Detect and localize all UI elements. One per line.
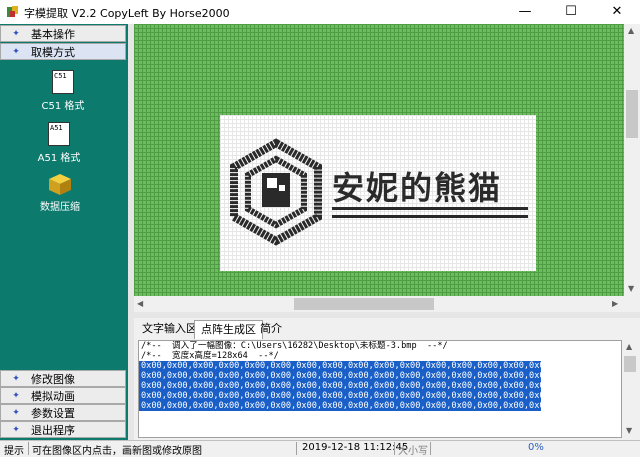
- data-compress-tool[interactable]: 数据压缩: [15, 172, 105, 213]
- status-datetime: 2019-12-18 11:12:45: [302, 442, 409, 453]
- sidebar-settings-button[interactable]: ✦ 参数设置: [0, 404, 126, 421]
- scroll-thumb[interactable]: [626, 90, 638, 138]
- sidebar-animation-button[interactable]: ✦ 模拟动画: [0, 387, 126, 404]
- panda-logo-icon: [230, 138, 322, 246]
- document-icon: C51: [52, 70, 74, 94]
- chevron-icon: ✦: [12, 28, 20, 39]
- image-canvas[interactable]: 安妮的熊猫: [134, 24, 624, 296]
- scroll-left-icon[interactable]: ◀: [137, 299, 143, 308]
- output-line: 0x00,0x00,0x00,0x00,0x00,0x00,0x00,0x00,…: [139, 371, 555, 381]
- sidebar: ✦ 基本操作 ✦ 取模方式 C51 C51 格式 A51 A51 格式 数据压缩…: [0, 24, 128, 440]
- chevron-icon: ✦: [12, 390, 20, 401]
- canvas-horizontal-scrollbar[interactable]: ◀ ▶: [134, 296, 624, 312]
- tool-label: 数据压缩: [40, 202, 80, 213]
- tab-about[interactable]: 简介: [254, 320, 288, 338]
- status-label: 提示: [4, 446, 24, 457]
- sidebar-basic-ops-button[interactable]: ✦ 基本操作: [0, 25, 126, 42]
- title-bar: 字模提取 V2.2 CopyLeft By Horse2000 — ☐ ✕: [0, 0, 640, 24]
- sidebar-edit-image-button[interactable]: ✦ 修改图像: [0, 370, 126, 387]
- sidebar-button-label: 模拟动画: [31, 389, 75, 403]
- output-line: /*-- 宽度x高度=128x64 --*/: [141, 351, 279, 361]
- a51-format-tool[interactable]: A51 A51 格式: [14, 122, 104, 164]
- maximize-button[interactable]: ☐: [548, 0, 594, 24]
- scroll-down-icon[interactable]: ▼: [628, 284, 634, 293]
- scroll-down-icon[interactable]: ▼: [626, 426, 632, 435]
- tool-label: C51 格式: [41, 101, 85, 112]
- c51-format-tool[interactable]: C51 C51 格式: [18, 70, 108, 112]
- status-bar: 提示 可在图像区内点击，画新图或修改原图 2019-12-18 11:12:45…: [0, 440, 640, 457]
- tool-label: A51 格式: [37, 153, 81, 164]
- window-title: 字模提取 V2.2 CopyLeft By Horse2000: [24, 7, 230, 20]
- underline-2: [332, 215, 528, 218]
- status-hint: 可在图像区内点击，画新图或修改原图: [32, 446, 202, 457]
- output-line: 0x00,0x00,0x00,0x00,0x00,0x00,0x00,0x00,…: [139, 391, 555, 401]
- output-line: 0x00,0x00,0x00,0x00,0x00,0x00,0x00,0x00,…: [139, 361, 555, 371]
- sidebar-exit-button[interactable]: ✦ 退出程序: [0, 421, 126, 438]
- app-icon: [7, 6, 18, 17]
- sidebar-button-label: 修改图像: [31, 372, 75, 386]
- output-textarea[interactable]: /*-- 调入了一幅图像：C:\Users\16282\Desktop\未标题-…: [138, 340, 622, 438]
- chevron-icon: ✦: [12, 424, 20, 435]
- minimize-button[interactable]: —: [502, 0, 548, 24]
- tab-bar: 文字输入区 点阵生成区 简介: [134, 318, 640, 340]
- tab-dot-matrix[interactable]: 点阵生成区: [194, 320, 263, 339]
- sidebar-button-label: 取模方式: [31, 45, 75, 59]
- status-divider: [28, 442, 29, 455]
- scroll-up-icon[interactable]: ▲: [626, 342, 632, 351]
- status-divider: [394, 442, 395, 455]
- underline-1: [332, 207, 528, 210]
- output-scrollbar[interactable]: ▲ ▼: [622, 340, 638, 438]
- scroll-thumb[interactable]: [294, 298, 434, 310]
- status-caps: 大小写: [398, 446, 428, 457]
- chevron-icon: ✦: [12, 373, 20, 384]
- scroll-up-icon[interactable]: ▲: [628, 26, 634, 35]
- document-icon: A51: [48, 122, 70, 146]
- sidebar-button-label: 参数设置: [31, 406, 75, 420]
- output-line: 0x00,0x00,0x00,0x00,0x00,0x00,0x00,0x00,…: [139, 381, 555, 391]
- sidebar-mode-button[interactable]: ✦ 取模方式: [0, 43, 126, 60]
- cube-icon: [49, 174, 71, 195]
- output-line: 0x00,0x00,0x00,0x00,0x00,0x00,0x00,0x00,…: [139, 401, 555, 411]
- sidebar-button-label: 退出程序: [31, 423, 75, 437]
- chevron-icon: ✦: [12, 407, 20, 418]
- status-progress: 0%: [528, 442, 544, 453]
- output-line: /*-- 调入了一幅图像：C:\Users\16282\Desktop\未标题-…: [141, 341, 448, 351]
- bitmap-caption: 安妮的熊猫: [332, 169, 503, 207]
- scroll-right-icon[interactable]: ▶: [612, 299, 618, 308]
- scroll-thumb[interactable]: [624, 356, 636, 372]
- tab-text-input[interactable]: 文字输入区: [136, 320, 203, 338]
- bitmap-image[interactable]: 安妮的熊猫: [220, 115, 536, 271]
- sidebar-button-label: 基本操作: [31, 27, 75, 41]
- status-divider: [296, 442, 297, 455]
- chevron-icon: ✦: [12, 46, 20, 57]
- canvas-vertical-scrollbar[interactable]: ▲ ▼: [624, 24, 640, 296]
- close-button[interactable]: ✕: [594, 0, 640, 24]
- status-divider: [430, 442, 431, 455]
